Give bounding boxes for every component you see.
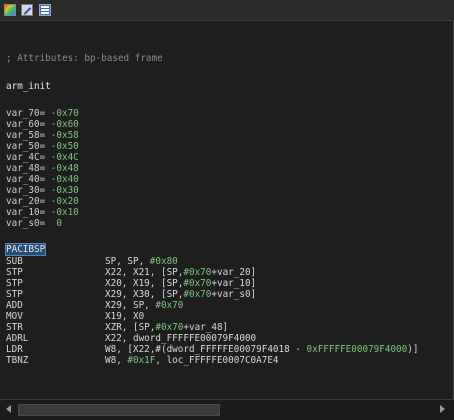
instruction-operands: X19, X0: [105, 311, 145, 322]
instruction-mnemonic: ADD: [6, 300, 23, 311]
instruction-operands: X29, X30, [SP,#0x70+var_s0]: [105, 289, 257, 300]
instruction-mnemonic: TBNZ: [6, 355, 29, 366]
stack-var-name: var_4C: [6, 152, 40, 163]
stack-var-name: var_30: [6, 185, 40, 196]
stack-var-offset: -0x4C: [50, 152, 79, 163]
instruction-operands: XZR, [SP,#0x70+var_48]: [105, 322, 229, 333]
stack-var-offset: -0x20: [50, 196, 79, 207]
stack-var-name: var_70: [6, 108, 40, 119]
instruction-operands: X22, dword_FFFFFE00079F4000: [105, 333, 257, 344]
stack-var-offset: -0x50: [50, 141, 79, 152]
instruction-row[interactable]: MOV X19, X0: [6, 311, 144, 322]
ida-disassembly-window: ; Attributes: bp-based frame arm_init va…: [0, 0, 454, 420]
stack-var-row[interactable]: var_20= -0x20: [6, 196, 79, 207]
toolbar: [0, 0, 454, 21]
instruction-mnemonic: SUB: [6, 256, 23, 267]
stack-var-row[interactable]: var_58= -0x58: [6, 130, 79, 141]
stack-var-row[interactable]: var_40= -0x40: [6, 174, 79, 185]
stack-var-offset: -0x40: [50, 174, 79, 185]
stack-var-row[interactable]: var_60= -0x60: [6, 119, 79, 130]
instruction-mnemonic: STP: [6, 289, 23, 300]
stack-var-row[interactable]: var_30= -0x30: [6, 185, 79, 196]
instruction-row[interactable]: PACIBSP: [4, 243, 47, 256]
stack-var-offset: -0x30: [50, 185, 79, 196]
stack-var-offset: -0x58: [50, 130, 79, 141]
stack-var-offset: 0: [56, 218, 62, 229]
attributes-comment: ; Attributes: bp-based frame: [6, 53, 163, 64]
stack-var-row[interactable]: var_50= -0x50: [6, 141, 79, 152]
instruction-operands: X22, X21, [SP,#0x70+var_20]: [105, 267, 257, 278]
stack-var-name: var_s0: [6, 218, 40, 229]
stack-var-name: var_50: [6, 141, 40, 152]
stack-var-row[interactable]: var_4C= -0x4C: [6, 152, 79, 163]
instruction-row[interactable]: STR XZR, [SP,#0x70+var_48]: [6, 322, 228, 333]
stack-var-row[interactable]: var_48= -0x48: [6, 163, 79, 174]
instruction-row[interactable]: ADRL X22, dword_FFFFFE00079F4000: [6, 333, 256, 344]
stack-var-name: var_48: [6, 163, 40, 174]
stack-var-row[interactable]: var_s0= 0: [6, 218, 62, 229]
instruction-row[interactable]: SUB SP, SP, #0x80: [6, 256, 178, 267]
stack-var-name: var_40: [6, 174, 40, 185]
instruction-row[interactable]: STP X20, X19, [SP,#0x70+var_10]: [6, 278, 256, 289]
stack-var-name: var_10: [6, 207, 40, 218]
stack-var-row[interactable]: var_70= -0x70: [6, 108, 79, 119]
scroll-left-arrow-icon[interactable]: [6, 405, 11, 413]
stack-var-offset: -0x60: [50, 119, 79, 130]
instruction-row[interactable]: STP X22, X21, [SP,#0x70+var_20]: [6, 267, 256, 278]
instruction-mnemonic: STP: [6, 267, 23, 278]
instruction-mnemonic: ADRL: [6, 333, 29, 344]
instruction-row[interactable]: ADD X29, SP, #0x70: [6, 300, 183, 311]
instruction-mnemonic: LDR: [6, 344, 23, 355]
stack-var-name: var_60: [6, 119, 40, 130]
disassembly-view[interactable]: ; Attributes: bp-based frame arm_init va…: [0, 21, 454, 399]
instruction-operands: X29, SP, #0x70: [105, 300, 184, 311]
instruction-mnemonic: STP: [6, 278, 23, 289]
color-palette-icon[interactable]: [4, 4, 16, 16]
stack-var-offset: -0x70: [50, 108, 79, 119]
instruction-row[interactable]: LDR W8, [X22,#(dword_FFFFFE00079F4018 - 0…: [6, 344, 418, 355]
stack-var-name: var_58: [6, 130, 40, 141]
stack-var-offset: -0x48: [50, 163, 79, 174]
instruction-mnemonic: STR: [6, 322, 23, 333]
instruction-row[interactable]: STP X29, X30, [SP,#0x70+var_s0]: [6, 289, 256, 300]
scroll-right-arrow-icon[interactable]: [440, 405, 445, 413]
stack-var-row[interactable]: var_10= -0x10: [6, 207, 79, 218]
scroll-thumb[interactable]: [18, 404, 220, 416]
edit-icon[interactable]: [21, 4, 33, 16]
instruction-mnemonic: MOV: [6, 311, 23, 322]
stack-var-name: var_20: [6, 196, 40, 207]
instruction-operands: SP, SP, #0x80: [105, 256, 178, 267]
instruction-operands: W8, #0x1F, loc_FFFFFE0007C0A7E4: [105, 355, 279, 366]
instruction-row[interactable]: TBNZ W8, #0x1F, loc_FFFFFE0007C0A7E4: [6, 355, 279, 366]
function-name[interactable]: arm_init: [6, 81, 51, 92]
instruction-operands: X20, X19, [SP,#0x70+var_10]: [105, 278, 257, 289]
text-view-icon[interactable]: [39, 4, 51, 16]
stack-var-offset: -0x10: [50, 207, 79, 218]
horizontal-scrollbar[interactable]: [0, 399, 454, 420]
instruction-mnemonic-selected[interactable]: PACIBSP: [4, 243, 47, 256]
instruction-operands: W8, [X22,#(dword_FFFFFE00079F4018 - 0xFF…: [105, 344, 419, 355]
